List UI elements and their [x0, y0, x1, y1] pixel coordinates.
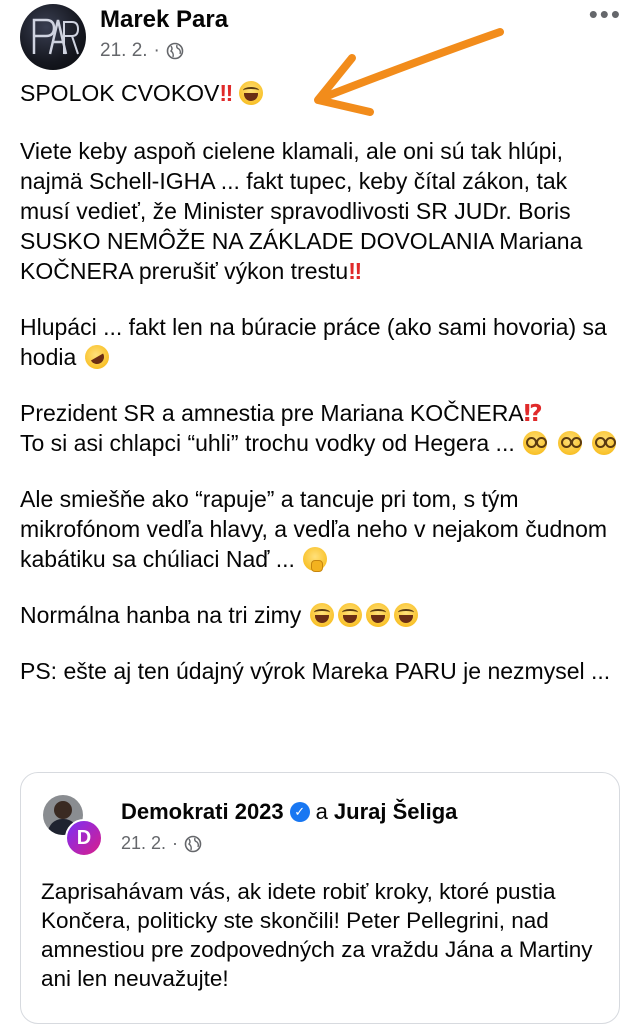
author-name[interactable]: Marek Para: [100, 6, 228, 34]
post-paragraph-5: Ale smiešňe ako “rapuje” a tancuje pri t…: [20, 484, 620, 574]
conjunction-text: a: [315, 799, 328, 824]
shared-post-card[interactable]: D Demokrati 2023 ✓ a Juraj Šeliga 21. 2.…: [20, 772, 620, 1024]
laughing-emoji-icon: [309, 603, 334, 627]
shared-post-title: Demokrati 2023 ✓ a Juraj Šeliga: [121, 799, 457, 825]
rofl-emoji-icon: [80, 340, 114, 374]
avatar-monogram-icon: [32, 18, 80, 55]
post-text-7: PS: ešte aj ten údajný výrok Mareka PARU…: [20, 658, 611, 684]
laughing-emoji-icon: [337, 603, 362, 627]
post-paragraph-1: SPOLOK CVOKOV‼: [20, 78, 620, 108]
double-exclamation-icon: ‼: [348, 258, 362, 284]
shared-post-date[interactable]: 21. 2.: [121, 833, 166, 854]
meta-separator: ·: [153, 40, 160, 61]
post-text-1: SPOLOK CVOKOV: [20, 80, 220, 106]
page-logo[interactable]: D: [65, 819, 103, 857]
shared-coauthor-name[interactable]: Juraj Šeliga: [334, 799, 458, 825]
post-text-4a: Prezident SR a amnestia pre Mariana KOČN…: [20, 400, 524, 426]
laughing-emoji-icon: [238, 81, 263, 105]
more-options-icon[interactable]: •••: [589, 1, 622, 27]
globe-icon: [166, 42, 184, 60]
hand-over-mouth-emoji-icon: [303, 547, 328, 572]
exclamation-question-icon: ⁉: [523, 400, 543, 426]
laughing-emoji-icon: [365, 603, 390, 627]
dizzy-face-emoji-icon: [557, 431, 582, 455]
post-paragraph-4: Prezident SR a amnestia pre Mariana KOČN…: [20, 398, 620, 458]
post-body: SPOLOK CVOKOV‼ Viete keby aspoň cielene …: [20, 78, 620, 712]
post-date[interactable]: 21. 2.: [100, 40, 148, 62]
post-header: Marek Para 21. 2. · •••: [0, 0, 640, 116]
post-paragraph-3: Hlupáci ... fakt len na búracie práce (a…: [20, 312, 620, 374]
shared-page-name[interactable]: Demokrati 2023: [121, 799, 284, 825]
verified-badge-icon: ✓: [289, 802, 310, 822]
post-text-4b: To si asi chlapci “uhli” trochu vodky od…: [20, 430, 515, 456]
dizzy-face-emoji-icon: [523, 431, 548, 455]
dizzy-face-emoji-icon: [591, 431, 616, 455]
double-exclamation-icon: ‼: [219, 80, 233, 106]
post-paragraph-6: Normálna hanba na tri zimy: [20, 600, 620, 630]
meta-separator: ·: [172, 833, 179, 853]
post-paragraph-7: PS: ešte aj ten údajný výrok Mareka PARU…: [20, 656, 620, 686]
post-paragraph-2: Viete keby aspoň cielene klamali, ale on…: [20, 136, 620, 286]
post-text-2: Viete keby aspoň cielene klamali, ale on…: [20, 138, 583, 284]
author-avatar[interactable]: [20, 4, 86, 70]
shared-post-text: Zaprisahávam vás, ak idete robiť kroky, …: [41, 879, 593, 991]
shared-post-meta: 21. 2. ·: [121, 833, 202, 854]
post-text-6: Normálna hanba na tri zimy: [20, 602, 302, 628]
globe-icon: [184, 835, 202, 852]
laughing-emoji-icon: [393, 603, 418, 627]
post-meta: 21. 2. ·: [100, 40, 184, 62]
